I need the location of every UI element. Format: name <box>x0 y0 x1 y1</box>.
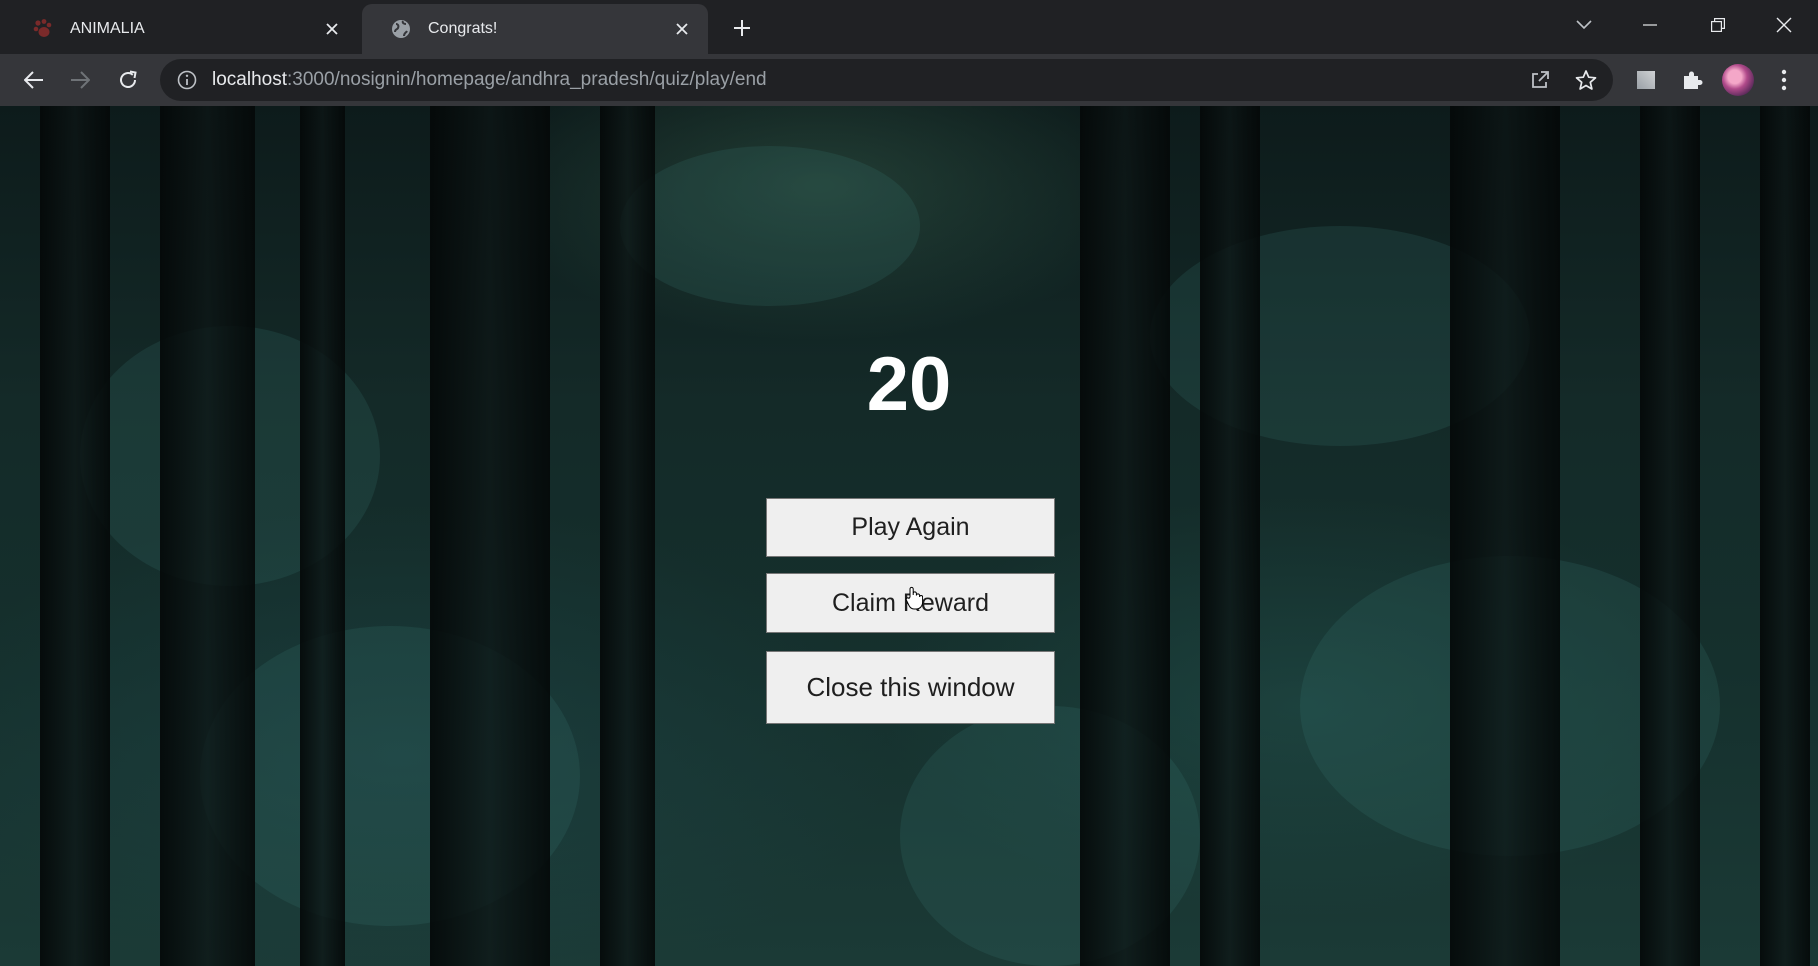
tab-title: ANIMALIA <box>70 20 145 37</box>
reload-icon <box>120 70 137 88</box>
tab-title: Congrats! <box>428 20 498 37</box>
extensions-menu-button[interactable] <box>1676 64 1708 96</box>
close-icon[interactable] <box>320 17 344 41</box>
close-window-button[interactable]: Close this window <box>766 651 1055 724</box>
hand-cursor-icon <box>905 586 923 610</box>
tab-search-button[interactable] <box>1568 10 1600 40</box>
extension-icon <box>1637 71 1655 89</box>
browser-toolbar: localhost:3000/nosignin/homepage/andhra_… <box>0 54 1818 106</box>
url-host: localhost <box>212 69 287 90</box>
minimize-icon <box>1643 24 1657 26</box>
paw-logo-icon <box>32 18 54 40</box>
globe-icon <box>390 18 412 40</box>
chevron-down-icon <box>1576 20 1592 30</box>
restore-icon <box>1711 18 1725 32</box>
arrow-left-icon <box>24 71 43 89</box>
kebab-menu-icon <box>1781 69 1787 91</box>
forward-button[interactable] <box>64 64 96 96</box>
tab-strip: ANIMALIA Congrats! <box>0 0 1818 54</box>
info-icon[interactable] <box>176 69 198 91</box>
extension-button[interactable] <box>1630 64 1662 96</box>
plus-icon <box>734 20 750 36</box>
puzzle-icon <box>1684 71 1703 89</box>
score-value: 20 <box>866 342 952 427</box>
restore-button[interactable] <box>1702 10 1734 40</box>
url-path: :3000/nosignin/homepage/andhra_pradesh/q… <box>287 69 767 90</box>
browser-menu-button[interactable] <box>1768 64 1800 96</box>
tab-congrats[interactable]: Congrats! <box>362 4 708 54</box>
minimize-button[interactable] <box>1634 10 1666 40</box>
avatar[interactable] <box>1722 64 1754 96</box>
new-tab-button[interactable] <box>728 14 756 42</box>
address-bar[interactable]: localhost:3000/nosignin/homepage/andhra_… <box>160 59 1613 101</box>
star-icon[interactable] <box>1570 64 1602 96</box>
tab-animalia[interactable]: ANIMALIA <box>4 4 358 54</box>
share-icon[interactable] <box>1524 64 1556 96</box>
quiz-end-page: 20 Play Again Claim Reward Close this wi… <box>0 106 1818 966</box>
arrow-right-icon <box>71 71 90 89</box>
back-button[interactable] <box>18 64 50 96</box>
close-window-button[interactable] <box>1768 10 1800 40</box>
play-again-button[interactable]: Play Again <box>766 498 1055 557</box>
close-icon <box>1776 17 1792 33</box>
url-text: localhost:3000/nosignin/homepage/andhra_… <box>212 69 767 91</box>
close-icon[interactable] <box>670 17 694 41</box>
reload-button[interactable] <box>112 64 144 96</box>
